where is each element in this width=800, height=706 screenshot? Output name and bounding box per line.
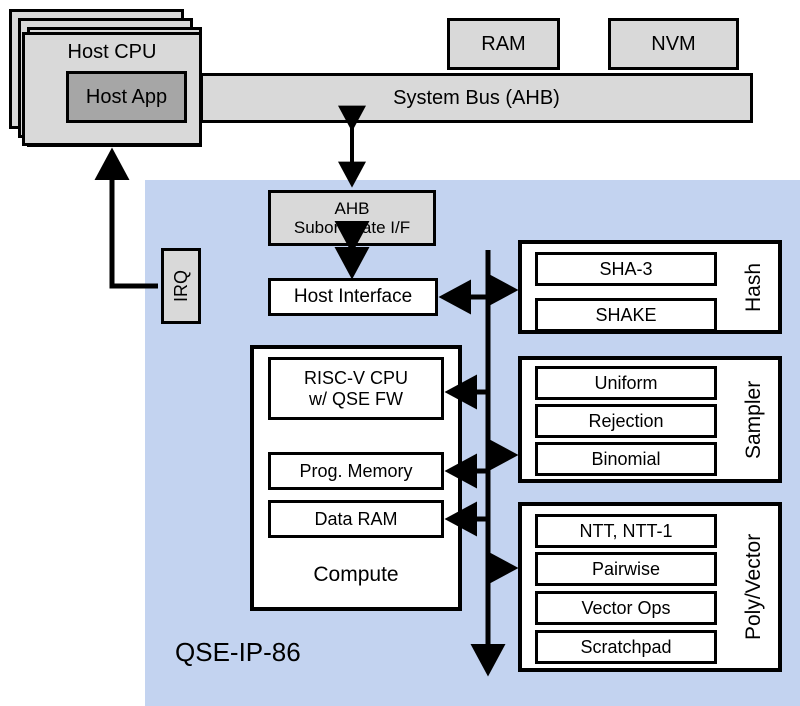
- ram-label: RAM: [481, 32, 526, 55]
- ahb-subordinate-if-label: AHB Subordinate I/F: [293, 198, 411, 237]
- compute-item-label: Prog. Memory: [299, 460, 413, 481]
- irq-block[interactable]: IRQ: [161, 248, 201, 324]
- qse-ip-title: QSE-IP-86: [175, 637, 301, 667]
- sampler-item-rejection[interactable]: Rejection: [535, 404, 717, 438]
- irq-label: IRQ: [170, 270, 191, 303]
- architecture-diagram: Host CPU Host App System Bus (AHB) RAM N…: [0, 0, 800, 706]
- sampler-item-uniform[interactable]: Uniform: [535, 366, 717, 400]
- ahb-subordinate-if-block[interactable]: AHB Subordinate I/F: [268, 190, 436, 246]
- hash-item-sha-3[interactable]: SHA-3: [535, 252, 717, 286]
- sampler-item-binomial[interactable]: Binomial: [535, 442, 717, 476]
- system-bus-label: System Bus (AHB): [393, 86, 560, 109]
- sampler-item-label: Binomial: [591, 448, 661, 469]
- polyvector-item-pairwise[interactable]: Pairwise: [535, 552, 717, 586]
- compute-item-label: Data RAM: [314, 508, 398, 529]
- compute-item-prog-memory[interactable]: Prog. Memory: [268, 452, 444, 490]
- sampler-item-label: Rejection: [588, 410, 664, 431]
- system-bus-block[interactable]: System Bus (AHB): [200, 73, 753, 123]
- polyvector-item-label: Scratchpad: [580, 636, 672, 657]
- polyvector-item-ntt[interactable]: NTT, NTT-1: [535, 514, 717, 548]
- polyvector-item-label: Vector Ops: [581, 597, 671, 618]
- compute-item-label: RISC-V CPU w/ QSE FW: [303, 368, 408, 409]
- sampler-item-label: Uniform: [594, 372, 658, 393]
- hash-item-shake[interactable]: SHAKE: [535, 298, 717, 332]
- compute-item-data-ram[interactable]: Data RAM: [268, 500, 444, 538]
- polyvector-item-scratchpad[interactable]: Scratchpad: [535, 630, 717, 664]
- host-app-block[interactable]: Host App: [66, 71, 187, 123]
- hash-item-label: SHAKE: [595, 304, 657, 325]
- host-app-label: Host App: [85, 85, 168, 108]
- nvm-label: NVM: [651, 32, 696, 55]
- polyvector-item-label: Pairwise: [591, 558, 661, 579]
- host-interface-label: Host Interface: [293, 286, 413, 308]
- compute-group-label: Compute: [313, 563, 399, 586]
- host-interface-block[interactable]: Host Interface: [268, 278, 438, 316]
- compute-item-risc-v-cpu[interactable]: RISC-V CPU w/ QSE FW: [268, 357, 444, 420]
- nvm-block[interactable]: NVM: [608, 18, 739, 70]
- ram-block[interactable]: RAM: [447, 18, 560, 70]
- host-cpu-label: Host CPU: [67, 41, 157, 63]
- hash-item-label: SHA-3: [599, 258, 653, 279]
- polyvector-item-label: NTT, NTT-1: [579, 520, 673, 541]
- sampler-group-label: Sampler: [742, 380, 765, 459]
- polyvector-item-vector-ops[interactable]: Vector Ops: [535, 591, 717, 625]
- hash-group-label: Hash: [742, 262, 765, 312]
- polyvector-group-label: Poly/Vector: [742, 533, 765, 641]
